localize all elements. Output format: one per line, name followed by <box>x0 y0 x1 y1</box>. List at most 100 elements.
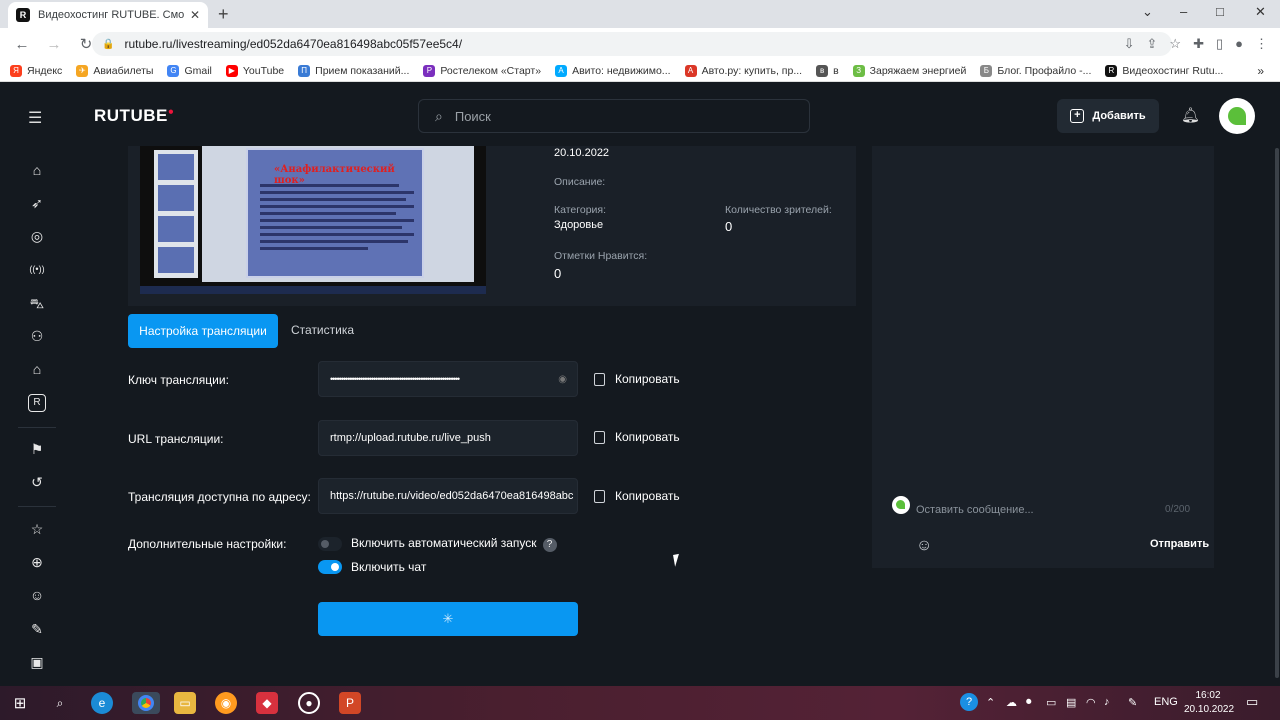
add-button[interactable]: + Добавить <box>1057 99 1159 133</box>
help-icon[interactable]: ? <box>542 538 557 552</box>
media-app-icon[interactable]: ◆ <box>256 692 278 714</box>
avatar[interactable] <box>1219 98 1255 134</box>
file-explorer-icon[interactable]: ▭ <box>174 692 196 714</box>
edge-icon[interactable]: e <box>91 692 113 714</box>
sidepanel-icon[interactable]: ▯ <box>1216 36 1223 52</box>
bell-icon[interactable]: 🔔︎ <box>1181 106 1200 124</box>
page-scrollbar[interactable] <box>1274 146 1280 686</box>
chat-message-input[interactable]: Оставить сообщение... <box>916 504 1206 516</box>
bookmark-favicon-icon: Я <box>10 64 22 77</box>
basketball-icon[interactable]: ⊕ <box>28 553 46 571</box>
cloud-icon[interactable]: ☁ <box>1006 696 1017 709</box>
rutube-icon[interactable]: R <box>28 394 46 412</box>
tab-search-icon[interactable]: ⌄ <box>1142 4 1153 20</box>
bookmark-label: Авито: недвижимо... <box>572 64 671 77</box>
bookmark-item[interactable]: вв <box>816 64 839 77</box>
extensions-icon[interactable]: ✚ <box>1193 36 1204 52</box>
minimize-icon[interactable]: – <box>1180 4 1187 19</box>
emoji-icon[interactable]: ☺ <box>916 537 932 555</box>
bookmark-item[interactable]: ▶ YouTube <box>225 64 284 77</box>
bookmarks-overflow-icon[interactable]: » <box>1257 64 1264 78</box>
system-clock[interactable]: 16:02 20.10.2022 <box>1184 689 1234 717</box>
stream-preview[interactable]: «Анафилактический шок» <box>140 146 486 294</box>
autostart-toggle[interactable] <box>318 537 342 551</box>
tv-icon[interactable]: ▣ <box>28 653 46 671</box>
copy-url-button[interactable]: Копировать <box>594 430 680 444</box>
powerpoint-icon[interactable]: P <box>339 692 361 714</box>
stream-key-field[interactable]: ••••••••••••••••••••••••••••••••••••••••… <box>318 361 578 397</box>
windows-start-icon[interactable]: ⊞ <box>9 692 31 714</box>
bookmark-icon[interactable]: ⚑ <box>28 440 46 458</box>
copy-address-button[interactable]: Копировать <box>594 489 680 503</box>
profile-icon[interactable]: ● <box>1235 36 1243 52</box>
bookmark-item[interactable]: G Gmail <box>167 64 212 77</box>
back-icon[interactable]: ← <box>12 36 32 53</box>
browser-app-icon[interactable]: ◉ <box>215 692 237 714</box>
live-icon[interactable]: ((•)) <box>28 260 46 278</box>
bookmark-item[interactable]: ✈ Авиабилеты <box>76 64 154 77</box>
bookmark-item[interactable]: R Видеохостинг Rutu... <box>1105 64 1223 77</box>
forward-icon[interactable]: → <box>44 36 64 53</box>
menu-icon[interactable]: ⋮ <box>1255 36 1268 52</box>
stream-url-value: rtmp://upload.rutube.ru/live_push <box>330 432 491 444</box>
bookmark-item[interactable]: A Авто.ру: купить, пр... <box>684 64 802 77</box>
search-input[interactable]: ⌕ Поиск <box>418 99 810 133</box>
close-tab-icon[interactable]: ✕ <box>190 8 200 22</box>
bookmark-item[interactable]: А Авито: недвижимо... <box>555 64 671 77</box>
lock-icon[interactable]: 🔒 <box>102 39 114 50</box>
graduation-cap-icon[interactable]: ⌂ <box>28 360 46 378</box>
bookmark-item[interactable]: Я Яндекс <box>10 64 62 77</box>
recorder-icon[interactable]: ● <box>298 692 320 714</box>
toggle-knob <box>331 563 339 571</box>
notifications-icon[interactable]: ▭ <box>1246 694 1258 710</box>
home-icon[interactable]: ⌂ <box>28 161 46 179</box>
bookmark-item[interactable]: Б Блог. Профайло -... <box>980 64 1091 77</box>
loading-spinner-icon: ✳ <box>442 611 454 626</box>
star-icon[interactable]: ☆ <box>28 520 46 538</box>
tab-statistics[interactable]: Статистика <box>291 323 354 337</box>
tab-stream-settings[interactable]: Настройка трансляции <box>128 314 278 348</box>
car-icon[interactable]: ⛍ <box>28 294 46 312</box>
public-address-field[interactable]: https://rutube.ru/video/ed052da6470ea816… <box>318 478 578 514</box>
device-icon[interactable]: ▤ <box>1066 696 1076 709</box>
send-button[interactable]: Отправить <box>1150 538 1209 550</box>
smile-icon[interactable]: ☺ <box>28 586 46 604</box>
language-indicator[interactable]: ENG <box>1154 696 1178 708</box>
pen-icon[interactable]: ✎ <box>1128 696 1137 709</box>
save-button[interactable]: ✳ <box>318 602 578 636</box>
rutube-logo[interactable]: RUTUBE● <box>94 106 174 126</box>
bookmark-item[interactable]: П Прием показаний... <box>298 64 409 77</box>
help-tray-icon[interactable]: ? <box>960 693 978 711</box>
bookmark-star-icon[interactable]: ☆ <box>1169 36 1181 52</box>
install-icon[interactable]: ⇩ <box>1124 36 1135 52</box>
bookmark-item[interactable]: З Заряжаем энергией <box>852 64 966 77</box>
wifi-icon[interactable]: ◠ <box>1086 696 1096 709</box>
copy-key-button[interactable]: Копировать <box>594 372 680 386</box>
scrollbar-thumb[interactable] <box>1275 148 1279 678</box>
history-icon[interactable]: ↺ <box>28 473 46 491</box>
hamburger-menu-icon[interactable]: ☰ <box>28 108 42 128</box>
eye-hidden-icon[interactable]: ◉ <box>558 374 567 385</box>
chat-avatar <box>892 496 910 514</box>
new-tab-icon[interactable]: + <box>218 4 229 25</box>
chrome-icon[interactable] <box>132 692 160 714</box>
url-bar[interactable]: 🔒 rutube.ru/livestreaming/ed052da6470ea8… <box>92 32 1172 56</box>
volume-icon[interactable]: ♪ <box>1104 696 1110 708</box>
pencil-icon[interactable]: ✎ <box>28 620 46 638</box>
browser-tab[interactable]: R Видеохостинг RUTUBE. Смотри ✕ <box>8 2 208 28</box>
search-icon[interactable]: ⌕ <box>49 692 71 714</box>
share-icon[interactable]: ⇪ <box>1147 36 1158 52</box>
tray-chevron-icon[interactable]: ⌃ <box>986 696 995 709</box>
battery-icon[interactable]: ▭ <box>1046 696 1056 709</box>
chat-toggle[interactable] <box>318 560 342 574</box>
bookmark-label: Авиабилеты <box>93 64 154 77</box>
bookmark-item[interactable]: Р Ростелеком «Старт» <box>423 64 541 77</box>
bookmark-favicon-icon: G <box>167 64 180 77</box>
maximize-icon[interactable]: □ <box>1216 4 1224 19</box>
gamepad-icon[interactable]: ⚇ <box>28 327 46 345</box>
rocket-icon[interactable]: ➶ <box>28 194 46 212</box>
stream-url-field[interactable]: rtmp://upload.rutube.ru/live_push <box>318 420 578 456</box>
globe-icon[interactable]: ◎ <box>28 227 46 245</box>
mic-icon[interactable]: ⏺ <box>1026 696 1032 709</box>
close-window-icon[interactable]: ✕ <box>1255 4 1266 20</box>
